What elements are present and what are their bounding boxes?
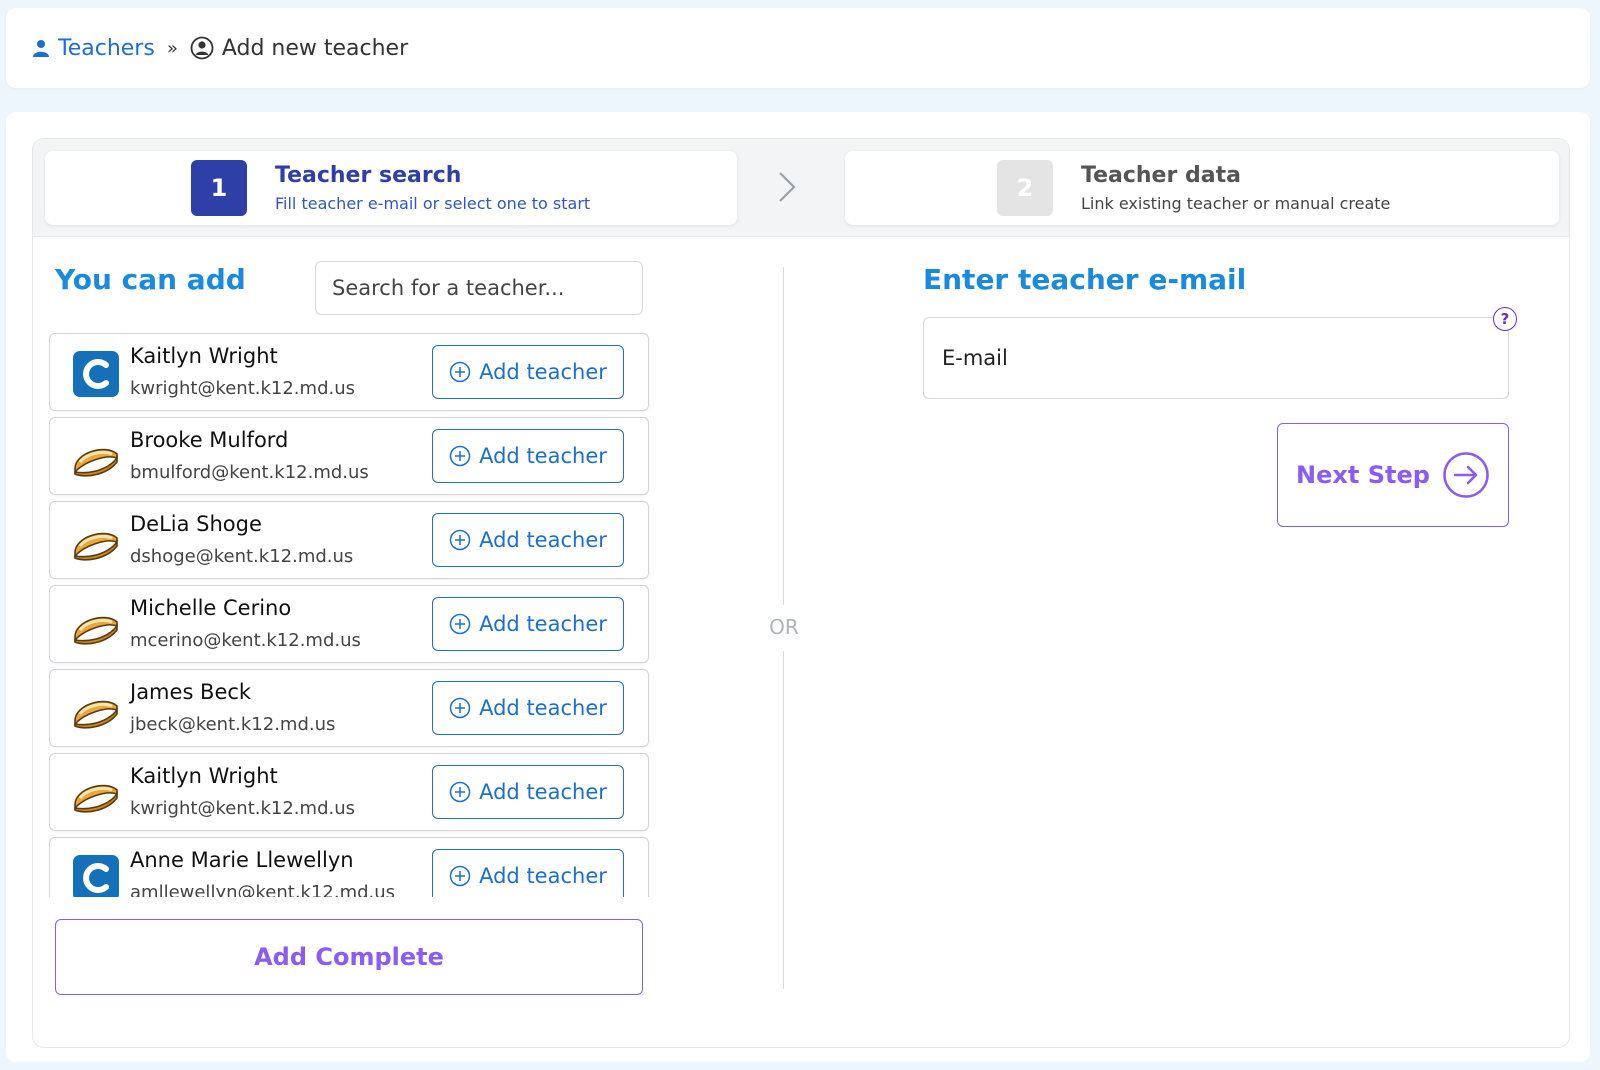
add-teacher-label: Add teacher bbox=[479, 780, 607, 804]
user-icon bbox=[33, 40, 49, 57]
step-teacher-search[interactable]: 1 Teacher search Fill teacher e-mail or … bbox=[45, 151, 737, 225]
add-teacher-label: Add teacher bbox=[479, 444, 607, 468]
teacher-search-input[interactable] bbox=[315, 261, 643, 315]
taco-icon bbox=[74, 532, 118, 561]
taco-icon bbox=[74, 448, 118, 477]
teacher-row: Anne Marie Llewellyn amllewellyn@kent.k1… bbox=[49, 837, 649, 897]
teacher-name: DeLia Shoge bbox=[130, 512, 262, 536]
step-title-1: Teacher search bbox=[275, 163, 462, 188]
add-teacher-button[interactable]: Add teacher bbox=[432, 513, 624, 567]
add-teacher-label: Add teacher bbox=[479, 612, 607, 636]
chevron-right-icon bbox=[779, 172, 796, 202]
teacher-email: bmulford@kent.k12.md.us bbox=[130, 462, 369, 483]
step-number-1: 1 bbox=[191, 160, 247, 216]
add-teacher-button[interactable]: Add teacher bbox=[432, 429, 624, 483]
step-text-2: Teacher data Link existing teacher or ma… bbox=[1081, 163, 1390, 213]
plus-circle-icon bbox=[449, 781, 471, 803]
user-circle-icon bbox=[190, 36, 214, 60]
step-number-2: 2 bbox=[997, 160, 1053, 216]
next-step-label: Next Step bbox=[1296, 461, 1430, 489]
teacher-email: amllewellyn@kent.k12.md.us bbox=[130, 882, 396, 897]
step-subtitle-2: Link existing teacher or manual create bbox=[1081, 194, 1391, 213]
breadcrumb-teachers-label: Teachers bbox=[58, 35, 155, 61]
add-teacher-label: Add teacher bbox=[479, 696, 607, 720]
breadcrumb-separator: » bbox=[166, 37, 178, 59]
teacher-name: Michelle Cerino bbox=[130, 596, 292, 620]
main-container: 1 Teacher search Fill teacher e-mail or … bbox=[6, 112, 1590, 1062]
wizard-steps: 1 Teacher search Fill teacher e-mail or … bbox=[33, 139, 1569, 237]
wizard-panel: 1 Teacher search Fill teacher e-mail or … bbox=[32, 138, 1570, 1048]
teacher-list[interactable]: Kaitlyn Wright kwright@kent.k12.md.us Ad… bbox=[49, 333, 651, 897]
add-teacher-label: Add teacher bbox=[479, 528, 607, 552]
you-can-add-title: You can add bbox=[55, 263, 246, 296]
plus-circle-icon bbox=[449, 361, 471, 383]
add-teacher-button[interactable]: Add teacher bbox=[432, 849, 624, 897]
c-logo-icon bbox=[73, 855, 119, 897]
teacher-row: Michelle Cerino mcerino@kent.k12.md.us A… bbox=[49, 585, 649, 663]
help-icon[interactable]: ? bbox=[1493, 307, 1517, 331]
plus-circle-icon bbox=[449, 865, 471, 887]
plus-circle-icon bbox=[449, 697, 471, 719]
teacher-name: Kaitlyn Wright bbox=[130, 344, 278, 368]
teacher-name: Kaitlyn Wright bbox=[130, 764, 278, 788]
enter-email-title: Enter teacher e-mail bbox=[923, 263, 1247, 296]
teacher-name: Brooke Mulford bbox=[130, 428, 289, 452]
teacher-name: Anne Marie Llewellyn bbox=[130, 848, 354, 872]
taco-icon bbox=[74, 784, 118, 813]
breadcrumb: Teachers » Add new teacher bbox=[32, 36, 408, 61]
arrow-right-circle-icon bbox=[1443, 452, 1489, 498]
step-teacher-data[interactable]: 2 Teacher data Link existing teacher or … bbox=[845, 151, 1559, 225]
breadcrumb-current: Add new teacher bbox=[190, 36, 408, 61]
breadcrumb-teachers-link[interactable]: Teachers bbox=[32, 36, 155, 61]
teacher-row: James Beck jbeck@kent.k12.md.us Add teac… bbox=[49, 669, 649, 747]
email-field[interactable] bbox=[923, 317, 1509, 399]
add-teacher-button[interactable]: Add teacher bbox=[432, 597, 624, 651]
add-teacher-label: Add teacher bbox=[479, 360, 607, 384]
taco-icon bbox=[74, 700, 118, 729]
next-step-button[interactable]: Next Step bbox=[1277, 423, 1509, 527]
add-teacher-button[interactable]: Add teacher bbox=[432, 345, 624, 399]
teacher-row: Kaitlyn Wright kwright@kent.k12.md.us Ad… bbox=[49, 753, 649, 831]
step-text-1: Teacher search Fill teacher e-mail or se… bbox=[275, 163, 590, 213]
teacher-email: kwright@kent.k12.md.us bbox=[130, 378, 355, 399]
divider-line-bottom bbox=[783, 651, 784, 989]
step-title-2: Teacher data bbox=[1081, 163, 1241, 188]
or-label: OR bbox=[769, 615, 799, 639]
add-teacher-button[interactable]: Add teacher bbox=[432, 681, 624, 735]
teacher-row: Brooke Mulford bmulford@kent.k12.md.us A… bbox=[49, 417, 649, 495]
breadcrumb-current-label: Add new teacher bbox=[221, 35, 409, 61]
teacher-email: jbeck@kent.k12.md.us bbox=[130, 714, 336, 735]
teacher-row: DeLia Shoge dshoge@kent.k12.md.us Add te… bbox=[49, 501, 649, 579]
c-logo-icon bbox=[73, 351, 119, 397]
teacher-name: James Beck bbox=[130, 680, 252, 704]
add-teacher-button[interactable]: Add teacher bbox=[432, 765, 624, 819]
plus-circle-icon bbox=[449, 529, 471, 551]
teacher-email: kwright@kent.k12.md.us bbox=[130, 798, 355, 819]
teacher-email: mcerino@kent.k12.md.us bbox=[130, 630, 361, 651]
add-complete-button[interactable]: Add Complete bbox=[55, 919, 643, 995]
plus-circle-icon bbox=[449, 613, 471, 635]
taco-icon bbox=[74, 616, 118, 645]
divider-line-top bbox=[783, 267, 784, 605]
breadcrumb-bar: Teachers » Add new teacher bbox=[6, 8, 1590, 88]
teacher-email: dshoge@kent.k12.md.us bbox=[130, 546, 354, 567]
teacher-row: Kaitlyn Wright kwright@kent.k12.md.us Ad… bbox=[49, 333, 649, 411]
add-teacher-label: Add teacher bbox=[479, 864, 607, 888]
step-subtitle-1: Fill teacher e-mail or select one to sta… bbox=[275, 194, 591, 213]
plus-circle-icon bbox=[449, 445, 471, 467]
